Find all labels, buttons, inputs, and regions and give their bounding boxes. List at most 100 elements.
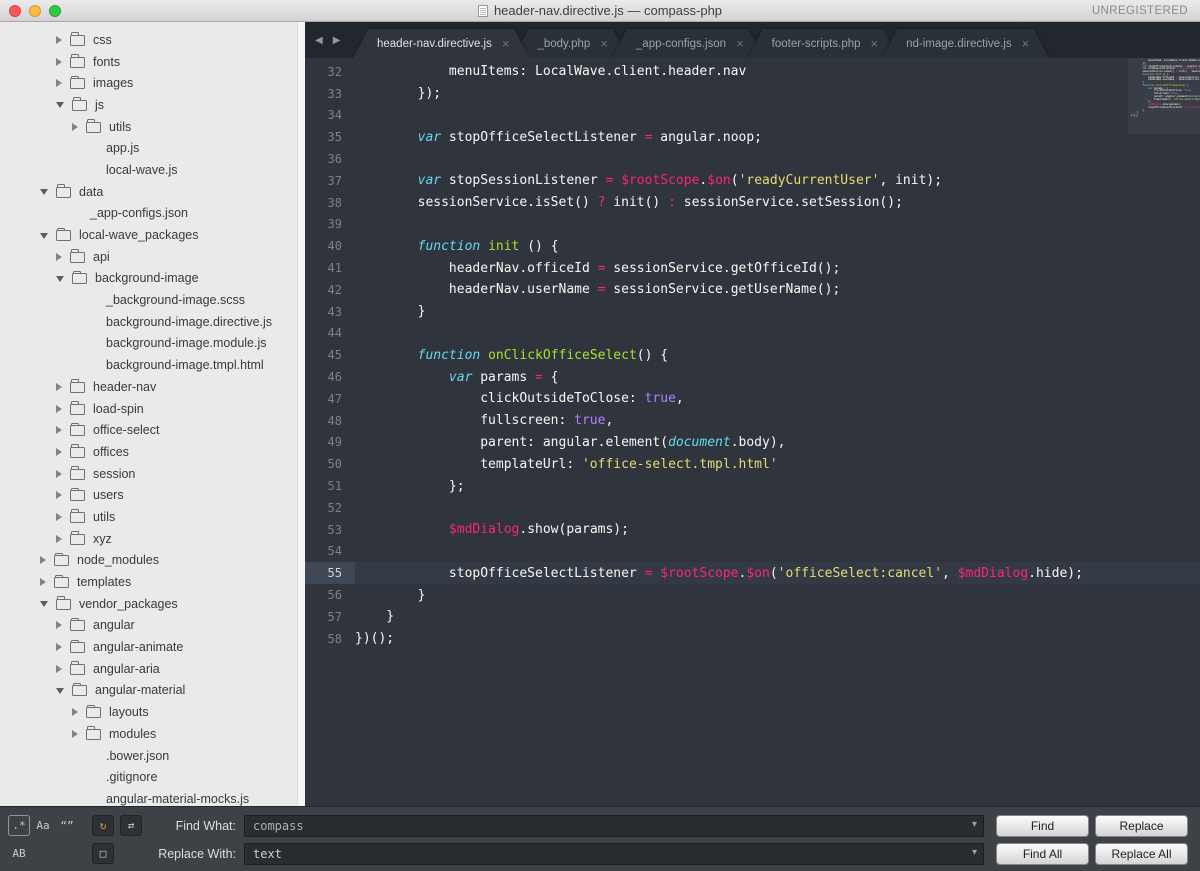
expand-triangle-icon[interactable] bbox=[56, 664, 62, 673]
tree-file-.bower.json[interactable]: .bower.json bbox=[0, 745, 305, 767]
collapse-triangle-icon[interactable] bbox=[40, 232, 48, 239]
tree-folder-utils[interactable]: utils bbox=[0, 506, 305, 528]
tree-folder-load-spin[interactable]: load-spin bbox=[0, 398, 305, 420]
tab-scroll-right-icon[interactable]: ▶ bbox=[333, 35, 341, 46]
zoom-window-button[interactable] bbox=[49, 4, 61, 17]
tab-close-icon[interactable]: × bbox=[871, 37, 879, 50]
tab-close-icon[interactable]: × bbox=[600, 37, 608, 50]
tree-folder-modules[interactable]: modules bbox=[0, 723, 305, 745]
tree-file-local-wave.js[interactable]: local-wave.js bbox=[0, 159, 305, 181]
close-window-button[interactable] bbox=[9, 4, 21, 17]
find-input[interactable] bbox=[244, 814, 984, 837]
code-line-53[interactable]: 53 $mdDialog .show(params); bbox=[305, 519, 1200, 541]
find-button[interactable]: Find bbox=[996, 814, 1089, 837]
expand-triangle-icon[interactable] bbox=[56, 57, 62, 66]
code-line-40[interactable]: 40 function init () { bbox=[305, 235, 1200, 257]
code-line-52[interactable]: 52 bbox=[305, 497, 1200, 519]
tree-folder-angular[interactable]: angular bbox=[0, 615, 305, 637]
tree-folder-templates[interactable]: templates bbox=[0, 571, 305, 593]
expand-triangle-icon[interactable] bbox=[56, 643, 62, 652]
tree-folder-offices[interactable]: offices bbox=[0, 441, 305, 463]
code-line-36[interactable]: 36 bbox=[305, 148, 1200, 170]
expand-triangle-icon[interactable] bbox=[56, 621, 62, 630]
code-line-33[interactable]: 33 }); bbox=[305, 83, 1200, 105]
tree-folder-background-image[interactable]: background-image bbox=[0, 268, 305, 290]
collapse-triangle-icon[interactable] bbox=[56, 687, 64, 694]
tree-folder-angular-aria[interactable]: angular-aria bbox=[0, 658, 305, 680]
expand-triangle-icon[interactable] bbox=[40, 578, 46, 587]
expand-triangle-icon[interactable] bbox=[56, 382, 62, 391]
tree-folder-data[interactable]: data bbox=[0, 181, 305, 203]
tab-close-icon[interactable]: × bbox=[736, 37, 744, 50]
code-line-50[interactable]: 50 templateUrl: 'office-select.tmpl.html… bbox=[305, 453, 1200, 475]
tree-folder-node_modules[interactable]: node_modules bbox=[0, 550, 305, 572]
code-line-39[interactable]: 39 bbox=[305, 214, 1200, 236]
code-line-41[interactable]: 41 headerNav.officeId = sessionService.g… bbox=[305, 257, 1200, 279]
tree-folder-session[interactable]: session bbox=[0, 463, 305, 485]
expand-triangle-icon[interactable] bbox=[56, 512, 62, 521]
code-line-47[interactable]: 47 clickOutsideToClose: true, bbox=[305, 388, 1200, 410]
highlight-matches-button[interactable]: □ bbox=[92, 843, 114, 864]
minimize-window-button[interactable] bbox=[29, 4, 41, 17]
replace-button[interactable]: Replace bbox=[1095, 814, 1188, 837]
collapse-triangle-icon[interactable] bbox=[40, 189, 48, 196]
tree-folder-layouts[interactable]: layouts bbox=[0, 701, 305, 723]
code-line-46[interactable]: 46 var params = { bbox=[305, 366, 1200, 388]
tree-file-background-image.directive.js[interactable]: background-image.directive.js bbox=[0, 311, 305, 333]
tree-file-background-image.tmpl.html[interactable]: background-image.tmpl.html bbox=[0, 354, 305, 376]
tab-close-icon[interactable]: × bbox=[1022, 37, 1030, 50]
expand-triangle-icon[interactable] bbox=[72, 708, 78, 717]
wrap-button[interactable]: ↻ bbox=[92, 815, 114, 836]
expand-triangle-icon[interactable] bbox=[56, 252, 62, 261]
replace-input[interactable] bbox=[244, 842, 984, 865]
tree-folder-fonts[interactable]: fonts bbox=[0, 51, 305, 73]
replace-all-button[interactable]: Replace All bbox=[1095, 842, 1188, 865]
code-line-48[interactable]: 48 fullscreen: true, bbox=[305, 410, 1200, 432]
tree-folder-office-select[interactable]: office-select bbox=[0, 419, 305, 441]
sidebar-scrollbar[interactable] bbox=[297, 22, 305, 806]
tree-folder-xyz[interactable]: xyz bbox=[0, 528, 305, 550]
expand-triangle-icon[interactable] bbox=[56, 491, 62, 500]
tree-file-angular-material-mocks.js[interactable]: angular-material-mocks.js bbox=[0, 788, 305, 806]
case-sensitive-button[interactable]: Aa bbox=[32, 815, 54, 836]
code-line-35[interactable]: 35 var stopOfficeSelectListener = angula… bbox=[305, 126, 1200, 148]
expand-triangle-icon[interactable] bbox=[72, 122, 78, 131]
code-line-55[interactable]: 55 stopOfficeSelectListener = $rootScope… bbox=[305, 562, 1200, 585]
tree-folder-vendor_packages[interactable]: vendor_packages bbox=[0, 593, 305, 615]
whole-word-button[interactable]: “” bbox=[56, 815, 78, 836]
expand-triangle-icon[interactable] bbox=[40, 556, 46, 565]
expand-triangle-icon[interactable] bbox=[56, 447, 62, 456]
code-line-37[interactable]: 37 var stopSessionListener = $rootScope.… bbox=[305, 170, 1200, 192]
tab-footer-scripts.php[interactable]: footer-scripts.php × bbox=[748, 29, 898, 58]
tree-folder-utils[interactable]: utils bbox=[0, 116, 305, 138]
code-line-49[interactable]: 49 parent: angular.element(document .body… bbox=[305, 432, 1200, 454]
tree-folder-header-nav[interactable]: header-nav bbox=[0, 376, 305, 398]
tree-file-.gitignore[interactable]: .gitignore bbox=[0, 766, 305, 788]
code-line-43[interactable]: 43 } bbox=[305, 301, 1200, 323]
code-line-45[interactable]: 45 function onClickOfficeSelect() { bbox=[305, 344, 1200, 366]
expand-triangle-icon[interactable] bbox=[72, 729, 78, 738]
tab-nd-image.directive.js[interactable]: nd-image.directive.js × bbox=[882, 29, 1049, 58]
code-line-56[interactable]: 56 } bbox=[305, 584, 1200, 606]
expand-triangle-icon[interactable] bbox=[56, 426, 62, 435]
expand-triangle-icon[interactable] bbox=[56, 79, 62, 88]
code-line-58[interactable]: 58})(); bbox=[305, 628, 1200, 650]
code-line-57[interactable]: 57 } bbox=[305, 606, 1200, 628]
tab-_body.php[interactable]: _body.php × bbox=[513, 29, 627, 58]
tree-file-_background-image.scss[interactable]: _background-image.scss bbox=[0, 289, 305, 311]
collapse-triangle-icon[interactable] bbox=[56, 102, 64, 109]
code-line-34[interactable]: 34 bbox=[305, 105, 1200, 127]
expand-triangle-icon[interactable] bbox=[56, 534, 62, 543]
replace-history-dropdown-icon[interactable]: ▾ bbox=[972, 847, 977, 858]
code-line-38[interactable]: 38 sessionService.isSet() ? init() : ses… bbox=[305, 192, 1200, 214]
code-editor[interactable]: 32 menuItems: LocalWave.client.header.na… bbox=[305, 58, 1200, 806]
code-line-42[interactable]: 42 headerNav.userName = sessionService.g… bbox=[305, 279, 1200, 301]
expand-triangle-icon[interactable] bbox=[56, 404, 62, 413]
collapse-triangle-icon[interactable] bbox=[40, 601, 48, 608]
code-line-54[interactable]: 54 bbox=[305, 541, 1200, 563]
code-line-32[interactable]: 32 menuItems: LocalWave.client.header.na… bbox=[305, 61, 1200, 83]
in-selection-button[interactable]: ⇄ bbox=[120, 815, 142, 836]
minimap[interactable]: menuItems: LocalWave.client.header.nav }… bbox=[1128, 58, 1200, 806]
find-all-button[interactable]: Find All bbox=[996, 842, 1089, 865]
tree-folder-js[interactable]: js bbox=[0, 94, 305, 116]
